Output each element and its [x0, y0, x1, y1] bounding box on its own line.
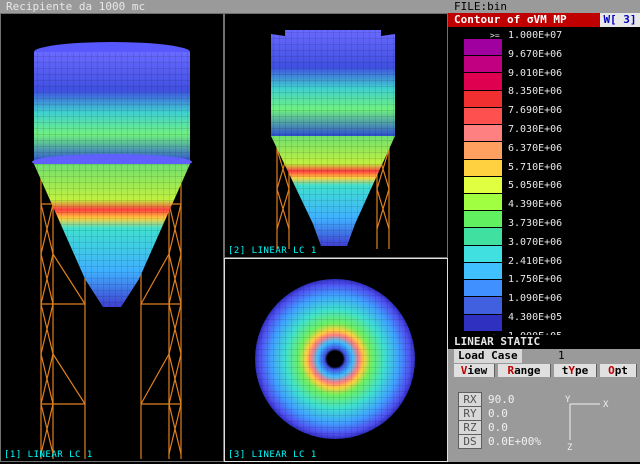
legend-label: 5.050E+06: [508, 180, 563, 192]
legend-swatch: [464, 262, 502, 280]
legend-swatch: [464, 245, 502, 262]
rz-value[interactable]: 0.0: [488, 421, 508, 434]
legend-swatch: [464, 142, 502, 159]
ds-value[interactable]: 0.0E+00%: [488, 435, 541, 448]
legend-swatch: [464, 297, 502, 314]
legend-label: 4.300E+05: [508, 312, 563, 323]
legend-label: 7.030E+06: [508, 124, 563, 135]
silo-top-view-model: [255, 279, 415, 439]
legend-label: 3.730E+06: [508, 218, 563, 229]
axis-z-label: Z: [567, 443, 573, 452]
file-indicator: FILE:bin: [448, 0, 640, 13]
load-case-value[interactable]: 1: [558, 349, 565, 363]
legend-swatch: [464, 176, 502, 193]
load-case-row: Load Case 1: [448, 349, 640, 363]
ry-value[interactable]: 0.0: [488, 407, 508, 420]
legend-label: 1.000E+07: [508, 30, 563, 41]
menu-view-button[interactable]: View: [454, 364, 495, 377]
window-title: Recipiente da 1000 mc: [0, 0, 448, 13]
ds-label: DS: [458, 434, 482, 449]
rx-label: RX: [458, 392, 482, 407]
legend-label: 3.070E+06: [508, 236, 563, 248]
legend-swatch: [464, 314, 502, 331]
view-menu: View Range tYpe Opt: [448, 363, 640, 378]
viewport-3-label: [3] LINEAR LC 1: [228, 450, 317, 460]
menu-range-button[interactable]: Range: [498, 364, 551, 377]
axis-y-label: Y: [565, 395, 571, 405]
viewport-2-label: [2] LINEAR LC 1: [228, 246, 317, 256]
silo-section-view-model: [271, 30, 395, 249]
legend-label: 8.350E+06: [508, 86, 563, 98]
legend-swatch: [464, 159, 502, 176]
viewport-1-label: [1] LINEAR LC 1: [4, 450, 93, 460]
load-case-label: Load Case: [454, 349, 522, 363]
contour-title: Contour of σVM MP: [454, 13, 567, 26]
contour-legend: 1.000E+07 9.670E+06 9.010E+06 8.350E+06 7.69…: [448, 27, 640, 341]
legend-top-prefix: >=: [490, 31, 500, 40]
ry-label: RY: [458, 406, 482, 421]
legend-swatch: [464, 39, 502, 56]
viewport-1[interactable]: [1] LINEAR LC 1: [0, 13, 224, 462]
rx-value[interactable]: 90.0: [488, 393, 515, 406]
legend-swatch: [464, 73, 502, 90]
viewport-2[interactable]: [2] LINEAR LC 1: [224, 13, 448, 258]
legend-swatch: [464, 90, 502, 107]
legend-label: 1.750E+06: [508, 274, 563, 286]
legend-swatch: [464, 194, 502, 211]
menu-type-button[interactable]: tYpe: [554, 364, 597, 377]
legend-swatch: [464, 211, 502, 228]
analysis-type: LINEAR STATIC: [448, 335, 640, 349]
legend-label: 6.370E+06: [508, 142, 563, 154]
axis-x-label: X: [603, 400, 609, 410]
menu-opt-button[interactable]: Opt: [600, 364, 637, 377]
legend-label: 4.390E+06: [508, 199, 563, 211]
legend-swatch: [464, 228, 502, 245]
contour-header: Contour of σVM MP W[ 3]: [448, 13, 640, 27]
legend-swatch: [464, 107, 502, 125]
viewport-3[interactable]: [3] LINEAR LC 1: [224, 258, 448, 462]
legend-label: 5.710E+06: [508, 161, 563, 173]
legend-swatch: [464, 280, 502, 297]
legend-label: 1.090E+06: [508, 293, 563, 305]
legend-label: 9.670E+06: [508, 48, 563, 60]
legend-label: 7.690E+06: [508, 105, 563, 117]
silo-side-view-model: [32, 42, 192, 459]
legend-swatch: [464, 125, 502, 142]
legend-label: 2.410E+06: [508, 255, 563, 267]
legend-label: 9.010E+06: [508, 67, 563, 79]
rz-label: RZ: [458, 420, 482, 435]
window-indicator[interactable]: W[ 3]: [600, 13, 640, 27]
axis-triad-icon: Y X Z: [565, 395, 609, 452]
rotation-panel: RX 90.0 RY 0.0 RZ 0.0 DS 0.0E+00% Y X Z: [448, 378, 640, 462]
legend-swatch: [464, 56, 502, 73]
